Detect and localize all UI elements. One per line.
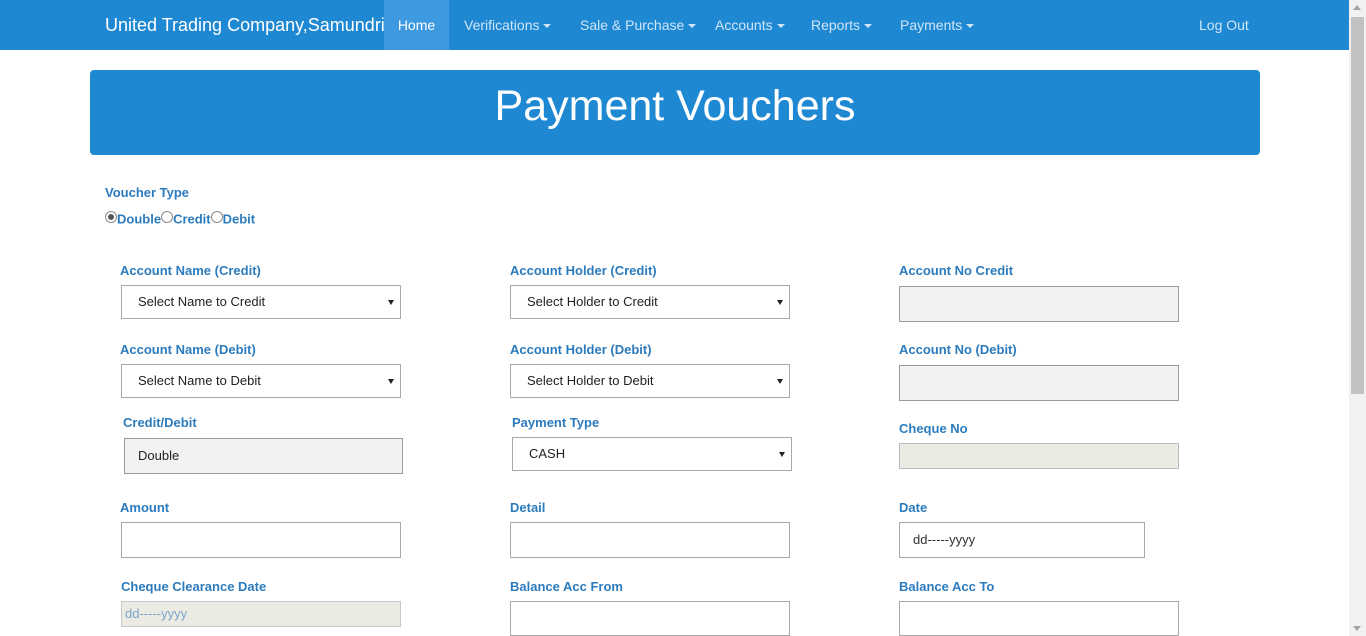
account-no-credit-field[interactable] [899, 286, 1179, 322]
amount-field[interactable] [121, 522, 401, 558]
caret-down-icon [543, 24, 552, 29]
dropdown-arrow-icon [779, 452, 785, 457]
balance-acc-from-label: Balance Acc From [510, 579, 623, 594]
account-name-credit-label: Account Name (Credit) [120, 263, 261, 278]
radio-credit[interactable] [161, 210, 174, 223]
account-holder-debit-label: Account Holder (Debit) [510, 342, 652, 357]
amount-label: Amount [120, 500, 170, 515]
account-holder-debit-value: Select Holder to Debit [527, 373, 654, 388]
radio-debit-label: Debit [222, 211, 256, 227]
dropdown-arrow-icon [388, 379, 394, 384]
page-header-banner: Payment Vouchers [90, 70, 1260, 155]
nav-verifications[interactable]: Verifications [464, 0, 552, 50]
radio-debit[interactable] [210, 210, 223, 223]
caret-down-icon [966, 24, 975, 29]
nav-payments-label: Payments [900, 17, 963, 33]
cheque-no-label: Cheque No [899, 421, 968, 436]
scroll-up-arrow-icon[interactable] [1353, 5, 1361, 10]
caret-down-icon [864, 24, 873, 29]
account-holder-credit-select[interactable]: Select Holder to Credit [510, 285, 790, 319]
nav-payments[interactable]: Payments [900, 0, 975, 50]
nav-accounts[interactable]: Accounts [715, 0, 785, 50]
date-label: Date [899, 500, 928, 515]
voucher-type-label: Voucher Type [105, 185, 190, 200]
payment-type-select[interactable]: CASH [512, 437, 792, 471]
payment-type-value: CASH [529, 446, 566, 461]
account-holder-debit-select[interactable]: Select Holder to Debit [510, 364, 790, 398]
account-name-credit-select[interactable]: Select Name to Credit [121, 285, 401, 319]
credit-debit-field[interactable]: Double [124, 438, 403, 474]
account-name-debit-value: Select Name to Debit [138, 373, 261, 388]
account-no-debit-label: Account No (Debit) [899, 342, 1017, 357]
nav-sale-purchase[interactable]: Sale & Purchase [580, 0, 697, 50]
voucher-type-radio-group: Double Credit Debit [105, 210, 255, 228]
detail-label: Detail [510, 500, 546, 515]
nav-sale-purchase-label: Sale & Purchase [580, 17, 685, 33]
dropdown-arrow-icon [777, 300, 783, 305]
cheque-clearance-date-field[interactable]: dd-----yyyy [121, 601, 401, 627]
account-no-credit-label: Account No Credit [899, 263, 1014, 278]
page-title: Payment Vouchers [494, 82, 856, 130]
detail-field[interactable] [510, 522, 790, 558]
account-name-debit-label: Account Name (Debit) [120, 342, 256, 357]
cheque-clearance-date-label: Cheque Clearance Date [121, 579, 267, 594]
cheque-no-field[interactable] [899, 443, 1179, 469]
dropdown-arrow-icon [777, 379, 783, 384]
nav-home-label: Home [397, 17, 436, 33]
radio-double[interactable] [105, 210, 117, 223]
vertical-scrollbar[interactable] [1349, 0, 1366, 636]
payment-type-label: Payment Type [512, 415, 600, 430]
account-holder-credit-label: Account Holder (Credit) [510, 263, 657, 278]
account-name-debit-select[interactable]: Select Name to Debit [121, 364, 401, 398]
radio-double-label: Double [117, 211, 162, 227]
credit-debit-label: Credit/Debit [123, 415, 197, 430]
nav-reports[interactable]: Reports [811, 0, 873, 50]
date-field[interactable]: dd-----yyyy [899, 522, 1145, 558]
scroll-thumb[interactable] [1351, 17, 1364, 394]
account-name-credit-value: Select Name to Credit [138, 294, 266, 309]
nav-home[interactable]: Home [384, 0, 449, 50]
caret-down-icon [776, 24, 785, 29]
caret-down-icon [688, 24, 697, 29]
dropdown-arrow-icon [388, 300, 394, 305]
logout-link[interactable]: Log Out [1199, 0, 1249, 50]
account-no-debit-field[interactable] [899, 365, 1179, 401]
balance-acc-to-label: Balance Acc To [899, 579, 995, 594]
balance-acc-from-field[interactable] [510, 601, 790, 636]
radio-credit-label: Credit [173, 211, 211, 227]
account-holder-credit-value: Select Holder to Credit [527, 294, 658, 309]
balance-acc-to-field[interactable] [899, 601, 1179, 636]
scroll-down-arrow-icon[interactable] [1353, 626, 1361, 631]
nav-verifications-label: Verifications [464, 17, 540, 33]
nav-reports-label: Reports [811, 17, 861, 33]
brand-title[interactable]: United Trading Company,Samundri [105, 0, 385, 50]
nav-accounts-label: Accounts [715, 17, 773, 33]
top-navbar: United Trading Company,Samundri Home Ver… [0, 0, 1349, 50]
